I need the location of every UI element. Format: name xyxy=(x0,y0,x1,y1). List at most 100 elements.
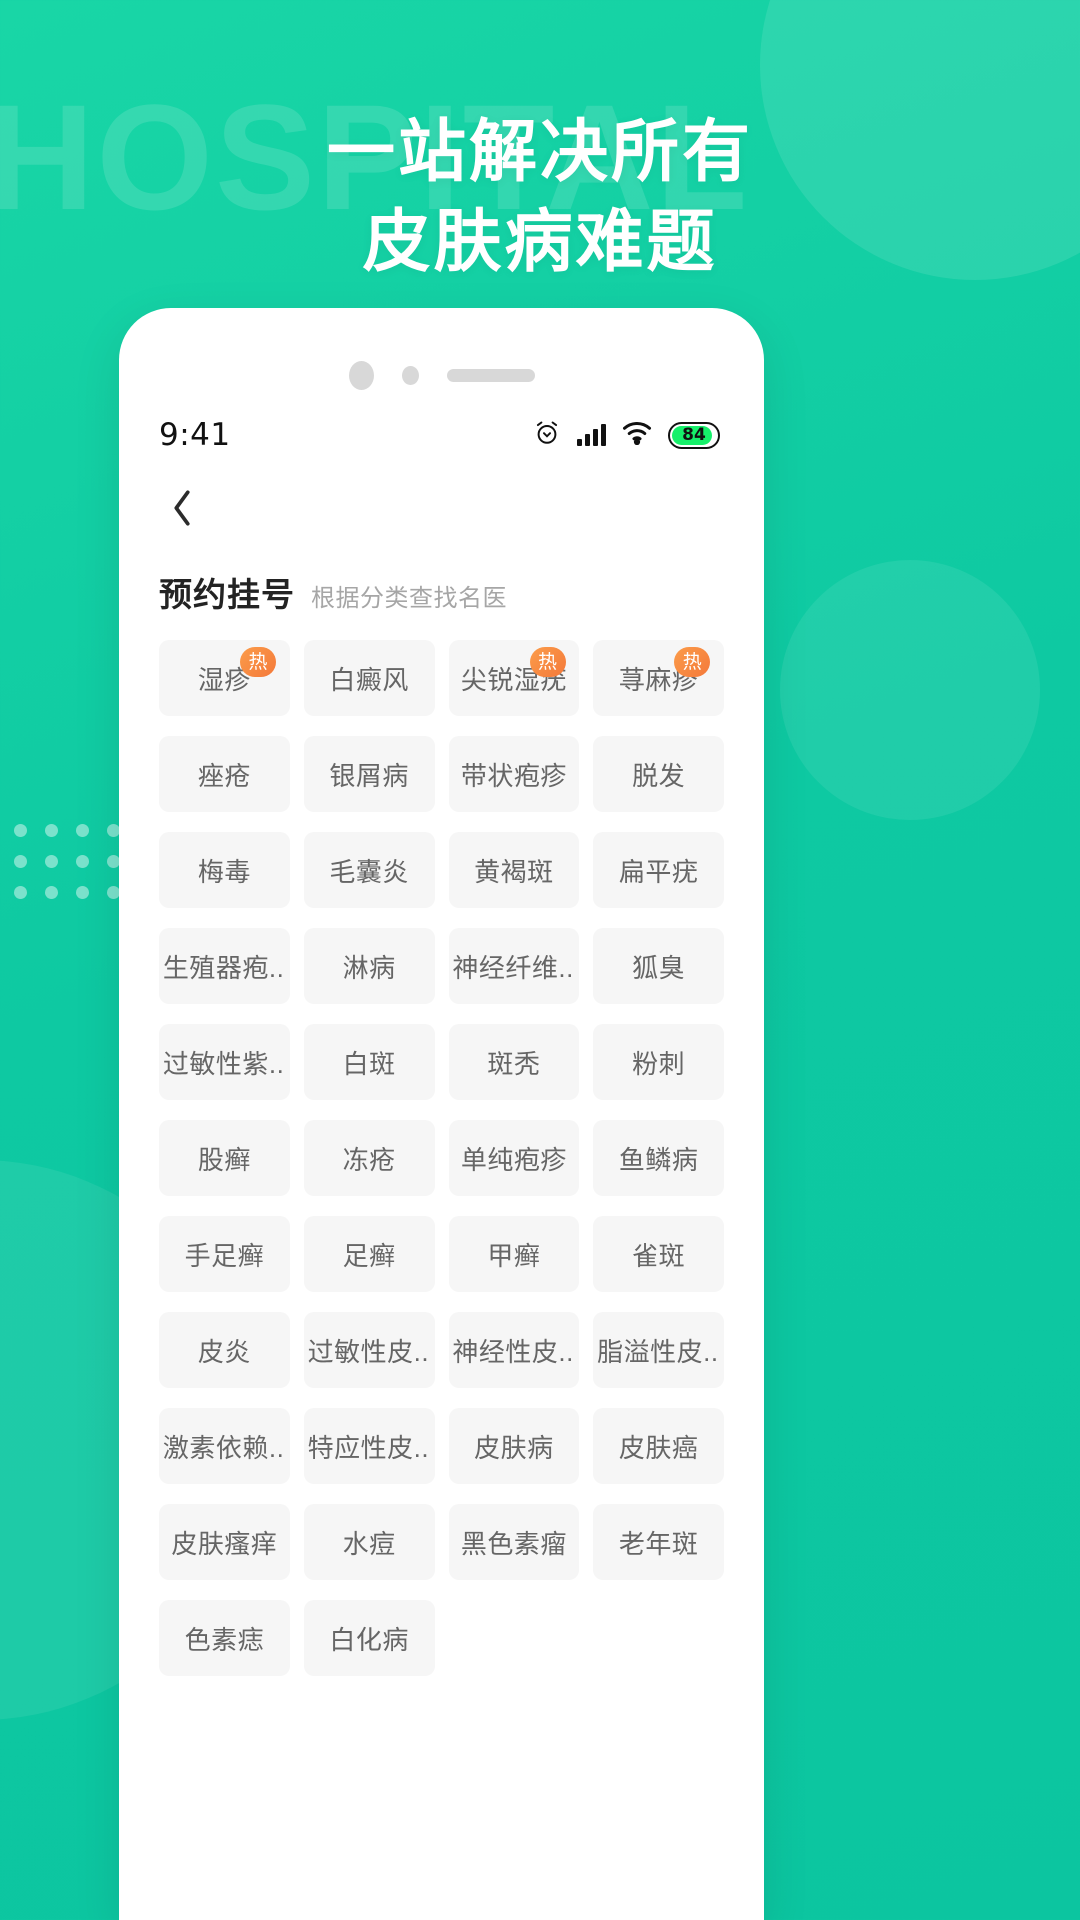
category-chip-label: 单纯疱疹 xyxy=(460,1144,567,1175)
navigation-bar xyxy=(119,470,764,546)
category-chip[interactable]: 梅毒 xyxy=(159,832,290,908)
category-chip-label: 毛囊炎 xyxy=(329,856,409,887)
category-chip[interactable]: 股癣 xyxy=(159,1120,290,1196)
promo-headline: 一站解决所有 皮肤病难题 xyxy=(0,108,1080,288)
category-chip[interactable]: 甲癣 xyxy=(448,1216,580,1292)
dot xyxy=(14,824,27,837)
category-grid: 湿疹热 白癜风 尖锐湿疣热荨麻疹热痤疮 银屑病 带状疱疹 脱发梅毒 毛囊炎 黄褐斑 扁平疣生殖器… xyxy=(119,626,764,1676)
category-chip-label: 粉刺 xyxy=(632,1048,686,1079)
category-chip[interactable]: 鱼鳞病 xyxy=(593,1120,724,1196)
category-chip[interactable]: 激素依赖... xyxy=(159,1408,290,1484)
category-chip[interactable]: 皮肤癌 xyxy=(593,1408,724,1484)
category-chip-label: 甲癣 xyxy=(487,1240,541,1271)
category-chip[interactable]: 雀斑 xyxy=(593,1216,724,1292)
category-chip[interactable]: 过敏性紫... xyxy=(159,1024,290,1100)
category-chip[interactable]: 白斑 xyxy=(303,1024,435,1100)
category-chip[interactable]: 淋病 xyxy=(303,928,435,1004)
category-chip[interactable]: 色素痣 xyxy=(159,1600,290,1676)
category-chip-label: 白癜风 xyxy=(329,664,409,695)
page-title: 预约挂号 xyxy=(159,576,295,613)
dot xyxy=(76,886,89,899)
category-chip[interactable]: 皮肤瘙痒 xyxy=(159,1504,290,1580)
dot xyxy=(14,855,27,868)
category-chip[interactable]: 过敏性皮... xyxy=(303,1312,435,1388)
category-chip-label: 股癣 xyxy=(197,1144,251,1175)
category-chip-label: 白斑 xyxy=(342,1048,396,1079)
speaker-grille-icon xyxy=(446,368,535,382)
category-chip[interactable]: 冻疮 xyxy=(303,1120,435,1196)
battery-icon: 84 xyxy=(668,421,720,449)
promo-headline-line2: 皮肤病难题 xyxy=(362,203,718,280)
category-chip-label: 带状疱疹 xyxy=(460,760,567,791)
status-bar: 9:41 84 xyxy=(119,400,764,470)
category-chip[interactable]: 特应性皮... xyxy=(303,1408,435,1484)
category-chip-label: 皮肤癌 xyxy=(618,1432,699,1463)
category-chip-label: 生殖器疱... xyxy=(162,952,286,983)
battery-level: 84 xyxy=(682,425,706,445)
hot-badge: 热 xyxy=(529,647,566,677)
category-chip[interactable]: 脂溢性皮... xyxy=(593,1312,724,1388)
category-chip[interactable]: 带状疱疹 xyxy=(448,736,580,812)
dot xyxy=(76,824,89,837)
category-chip[interactable]: 生殖器疱... xyxy=(159,928,290,1004)
category-chip[interactable]: 黄褐斑 xyxy=(448,832,580,908)
category-chip[interactable]: 荨麻疹热 xyxy=(593,640,724,716)
category-chip-label: 扁平疣 xyxy=(618,856,699,887)
category-chip[interactable]: 脱发 xyxy=(593,736,724,812)
category-chip-label: 色素痣 xyxy=(184,1624,265,1655)
category-chip[interactable]: 黑色素瘤 xyxy=(448,1504,580,1580)
section-header: 预约挂号 根据分类查找名医 xyxy=(119,546,764,626)
sensor-dot-icon xyxy=(401,365,419,385)
category-chip-label: 狐臭 xyxy=(632,952,686,983)
category-chip[interactable]: 痤疮 xyxy=(159,736,290,812)
category-chip[interactable]: 粉刺 xyxy=(593,1024,724,1100)
signal-icon xyxy=(577,424,606,446)
category-chip-label: 皮肤瘙痒 xyxy=(171,1528,278,1559)
category-chip[interactable]: 水痘 xyxy=(303,1504,435,1580)
category-chip[interactable]: 皮炎 xyxy=(159,1312,290,1388)
category-chip-label: 脱发 xyxy=(632,760,686,791)
wifi-icon xyxy=(622,421,652,450)
category-chip-label: 神经纤维... xyxy=(452,952,576,983)
dot xyxy=(14,886,27,899)
category-chip-label: 黑色素瘤 xyxy=(460,1528,567,1559)
category-chip[interactable]: 手足癣 xyxy=(159,1216,290,1292)
category-chip[interactable]: 皮肤病 xyxy=(448,1408,580,1484)
category-chip[interactable]: 足癣 xyxy=(303,1216,435,1292)
status-icons: 84 xyxy=(533,419,720,452)
category-chip-label: 淋病 xyxy=(342,952,396,983)
phone-mockup: 9:41 84 预约挂号 根据分类查找名医 湿疹 热 白癜风 尖锐湿疣 热 荨麻… xyxy=(119,308,764,1920)
category-chip[interactable]: 银屑病 xyxy=(303,736,435,812)
category-chip-label: 脂溢性皮... xyxy=(597,1336,721,1367)
category-chip[interactable]: 毛囊炎 xyxy=(303,832,435,908)
category-chip-label: 皮肤病 xyxy=(474,1432,554,1463)
category-chip[interactable]: 单纯疱疹 xyxy=(448,1120,580,1196)
category-chip[interactable]: 扁平疣 xyxy=(593,832,724,908)
page-subtitle: 根据分类查找名医 xyxy=(311,585,507,612)
category-chip-label: 雀斑 xyxy=(632,1240,686,1271)
category-chip[interactable]: 老年斑 xyxy=(593,1504,724,1580)
promo-headline-line1: 一站解决所有 xyxy=(326,114,753,190)
category-chip[interactable]: 斑秃 xyxy=(448,1024,580,1100)
back-button[interactable] xyxy=(159,485,205,531)
category-chip[interactable]: 狐臭 xyxy=(593,928,724,1004)
category-chip[interactable]: 白化病 xyxy=(303,1600,435,1676)
category-chip-label: 激素依赖... xyxy=(162,1432,286,1463)
category-chip-label: 过敏性皮... xyxy=(307,1336,431,1367)
category-chip-label: 过敏性紫... xyxy=(162,1048,286,1079)
category-chip-label: 黄褐斑 xyxy=(474,856,554,887)
decorative-blob-mid-right xyxy=(780,560,1040,820)
category-chip[interactable]: 尖锐湿疣热 xyxy=(448,640,580,716)
category-chip[interactable]: 湿疹热 xyxy=(159,640,290,716)
dot xyxy=(45,855,58,868)
camera-lens-icon xyxy=(348,360,374,390)
category-chip[interactable]: 神经性皮... xyxy=(448,1312,580,1388)
category-chip-label: 水痘 xyxy=(342,1528,396,1559)
phone-notch xyxy=(119,308,764,400)
dot xyxy=(45,886,58,899)
category-chip[interactable]: 神经纤维... xyxy=(448,928,580,1004)
category-chip-label: 手足癣 xyxy=(184,1240,265,1271)
category-chip[interactable]: 白癜风 xyxy=(303,640,435,716)
status-time: 9:41 xyxy=(159,417,231,453)
category-chip-label: 银屑病 xyxy=(329,760,409,791)
